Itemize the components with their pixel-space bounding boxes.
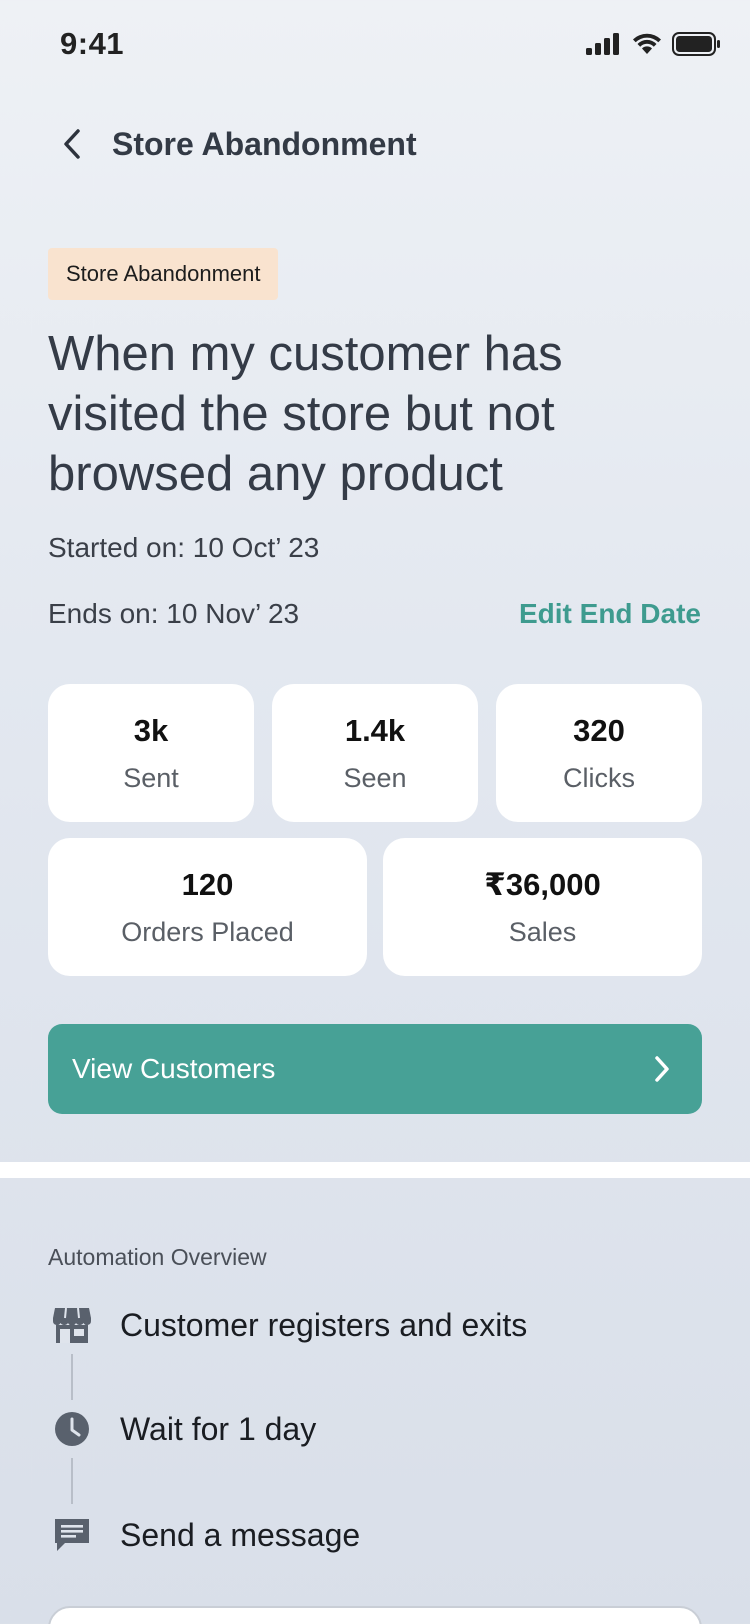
start-date: Started on: 10 Oct’ 23 — [48, 532, 320, 563]
edit-end-date-link[interactable]: Edit End Date — [519, 598, 701, 630]
battery-icon — [672, 32, 720, 56]
stat-card-sales: ₹36,000 Sales — [383, 838, 702, 976]
campaign-tag: Store Abandonment — [48, 248, 279, 300]
message-icon — [48, 1511, 96, 1559]
status-icons — [586, 32, 720, 56]
cellular-signal-icon — [586, 33, 619, 55]
wifi-icon — [633, 33, 661, 54]
status-bar: 9:41 — [0, 0, 750, 92]
step-label: Wait for 1 day — [120, 1410, 317, 1447]
stat-value: 120 — [181, 866, 234, 902]
page-title: Store Abandonment — [112, 126, 417, 162]
stat-label: Sent — [123, 762, 179, 793]
automation-step-trigger: Customer registers and exits — [48, 1300, 708, 1350]
automation-step-message: Send a message — [48, 1510, 708, 1560]
stat-label: Sales — [508, 916, 577, 947]
automation-step-wait: Wait for 1 day — [48, 1404, 708, 1454]
back-button[interactable] — [52, 124, 92, 164]
message-preview-card[interactable] — [48, 1606, 702, 1624]
step-label: Customer registers and exits — [120, 1306, 528, 1343]
stat-card-orders: 120 Orders Placed — [48, 838, 367, 976]
step-connector — [71, 1354, 73, 1400]
stat-card-sent: 3k Sent — [48, 684, 254, 822]
step-label: Send a message — [120, 1516, 361, 1553]
stat-card-clicks: 320 Clicks — [496, 684, 702, 822]
stat-value: ₹36,000 — [484, 866, 601, 902]
end-date: Ends on: 10 Nov’ 23 — [48, 598, 300, 629]
status-time: 9:41 — [60, 26, 125, 61]
stat-card-seen: 1.4k Seen — [272, 684, 478, 822]
campaign-headline: When my customer has visited the store b… — [48, 327, 563, 501]
view-customers-label: View Customers — [72, 1053, 276, 1084]
step-connector — [71, 1458, 73, 1504]
chevron-left-icon — [64, 129, 80, 159]
stat-value: 3k — [133, 712, 169, 748]
clock-icon — [48, 1405, 96, 1453]
stat-label: Clicks — [563, 762, 635, 793]
stat-label: Orders Placed — [121, 916, 294, 947]
store-icon — [48, 1301, 96, 1349]
section-divider — [0, 1162, 750, 1178]
nav-header: Store Abandonment — [0, 110, 750, 180]
stat-value: 1.4k — [344, 712, 406, 748]
chevron-right-icon — [655, 1056, 669, 1082]
stat-label: Seen — [343, 762, 407, 793]
view-customers-button[interactable]: View Customers — [48, 1024, 702, 1114]
automation-overview-title: Automation Overview — [48, 1244, 267, 1270]
stat-value: 320 — [573, 712, 625, 748]
